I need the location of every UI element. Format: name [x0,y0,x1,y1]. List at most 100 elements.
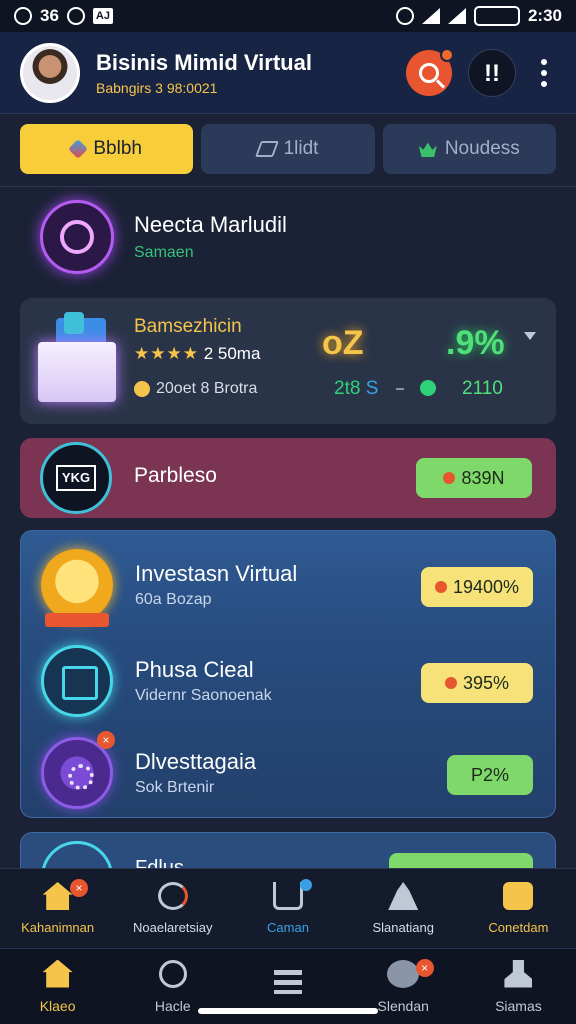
gear-icon [443,472,456,484]
chat-icon [387,959,420,988]
big-value-2: .9% [446,324,505,362]
status-bar: 36 AJ 2:30 [0,0,576,32]
tab-bblbh[interactable]: Bblbh [20,124,194,174]
cart-icon [273,882,303,910]
divider [0,186,576,187]
notification-badge: × [70,879,88,897]
profile-row[interactable]: Neecta Marludil Samaen [40,200,287,274]
item-title: Dlvesttagaia [135,749,257,774]
notification-badge: × [415,959,434,977]
home-icon [42,959,73,988]
star-rating-icon: ★★★★ [134,344,199,363]
coin-icon [134,381,150,397]
close-icon[interactable]: × [97,731,115,749]
search-button[interactable] [406,47,454,96]
diamond-icon [68,139,89,159]
gear-icon [434,581,447,593]
stats-card[interactable]: Bamsezhicin ★★★★ 2 50ma 20oet 8 Brotra o… [20,298,556,424]
nav-label: Conetdam [488,920,549,935]
nav-item-noaelaretsiay[interactable]: Noaelaretsiay [115,869,230,948]
more-options-icon[interactable] [532,58,556,87]
clock-time: 2:30 [527,6,562,25]
tab-noudess[interactable]: Noudess [382,124,556,174]
notification-icon [14,7,32,25]
signal-icon [447,8,466,24]
menu-icon [274,969,302,994]
badge-text: 395% [462,672,510,693]
home-indicator[interactable] [198,1008,378,1014]
document-icon [41,645,113,717]
list-item[interactable]: × Dlvesttagaia Sok Brtenir P2% [21,727,557,817]
notification-dot [300,879,313,891]
nav-label: Caman [267,920,309,935]
investment-list: Investasn Virtual 60a Bozap 19400% Phusa… [20,530,556,818]
nav-item-kahanimnan[interactable]: × Kahanimnan [0,869,115,948]
stats-card-title: Bamsezhicin [134,316,242,337]
brand-logo-icon: YKG [40,442,112,514]
gift-icon [503,882,534,910]
value-1-suffix: S [365,378,379,399]
tab-label: Bblbh [93,138,142,159]
alarm-icon [395,7,414,25]
value-1-text: 2t8 [334,378,361,399]
avatar[interactable] [20,42,80,103]
nav-label: Siamas [495,997,542,1014]
list-item[interactable]: Phusa Cieal Vidernr Saonoenak 395% [21,635,557,725]
gear-icon [444,677,457,689]
tab-label: Noudess [444,138,520,159]
stats-meta: 20oet 8 Brotra [134,380,257,398]
battery-icon [473,6,520,26]
badge-text: 839N [461,467,505,488]
tab-1lidt[interactable]: 1lidt [201,124,375,174]
nav-label: Kahanimnan [21,920,95,935]
item-value-badge[interactable]: P2% [447,755,533,795]
item-value-badge[interactable]: 395% [421,663,533,703]
person-icon [504,959,533,988]
featured-value-badge[interactable]: 839N [416,458,532,498]
alerts-button[interactable]: !! [468,48,516,97]
item-value-badge[interactable]: 19400% [421,567,533,607]
nav-item-profile[interactable]: Siamas [461,949,576,1024]
tab-label: 1lidt [283,138,319,159]
neon-logo-icon [40,200,114,274]
meta-text: 20oet 8 Brotra [156,380,258,397]
page-title: Bisinis Mimid Virtual [96,49,312,75]
user-group-icon [388,882,419,910]
featured-card[interactable]: YKG Parbleso 839N [20,438,556,518]
clock-icon [157,882,188,910]
crown-icon [418,142,437,157]
nav-item-conetdam[interactable]: Conetdam [461,869,576,948]
item-title: Investasn Virtual [135,561,298,586]
nav-label: Noaelaretsiay [133,920,213,935]
nav-label: Klaeo [39,997,76,1014]
separator-dash [396,388,404,390]
logo-text: YKG [56,465,96,491]
search-icon [419,62,439,83]
value-1: 2t8 S [334,378,378,400]
status-left-text: 36 [40,6,59,25]
app-header: Bisinis Mimid Virtual Babngirs 3 98:0021… [0,32,576,114]
category-nav: × Kahanimnan Noaelaretsiay Caman Slanati… [0,868,576,948]
tab-bar: Bblbh 1lidt Noudess [20,124,556,174]
status-dot-icon [420,380,436,396]
nav-item-slanatiang[interactable]: Slanatiang [346,869,461,948]
list-item[interactable]: Investasn Virtual 60a Bozap 19400% [21,539,557,629]
badge-text: P2% [470,764,510,785]
sync-icon [66,7,85,25]
rating-value: 2 50ma [203,344,261,363]
profile-title: Neecta Marludil [134,212,287,237]
item-subtitle: Vidernr Saonoenak [135,687,272,704]
wifi-icon [421,8,440,24]
box-illustration-icon [38,312,120,404]
item-subtitle: 60a Bozap [135,591,212,608]
page-subtitle: Babngirs 3 98:0021 [96,79,218,96]
tag-icon [254,141,279,157]
home-icon [42,882,73,910]
nav-item-caman[interactable]: Caman [230,869,345,948]
nav-label: Slendan [377,997,429,1014]
profile-subtitle: Samaen [134,244,194,261]
chevron-down-icon[interactable] [524,332,536,340]
nav-label: Slanatiang [372,920,434,935]
nav-item-home[interactable]: Klaeo [0,949,115,1024]
item-subtitle: Sok Brtenir [135,779,215,796]
